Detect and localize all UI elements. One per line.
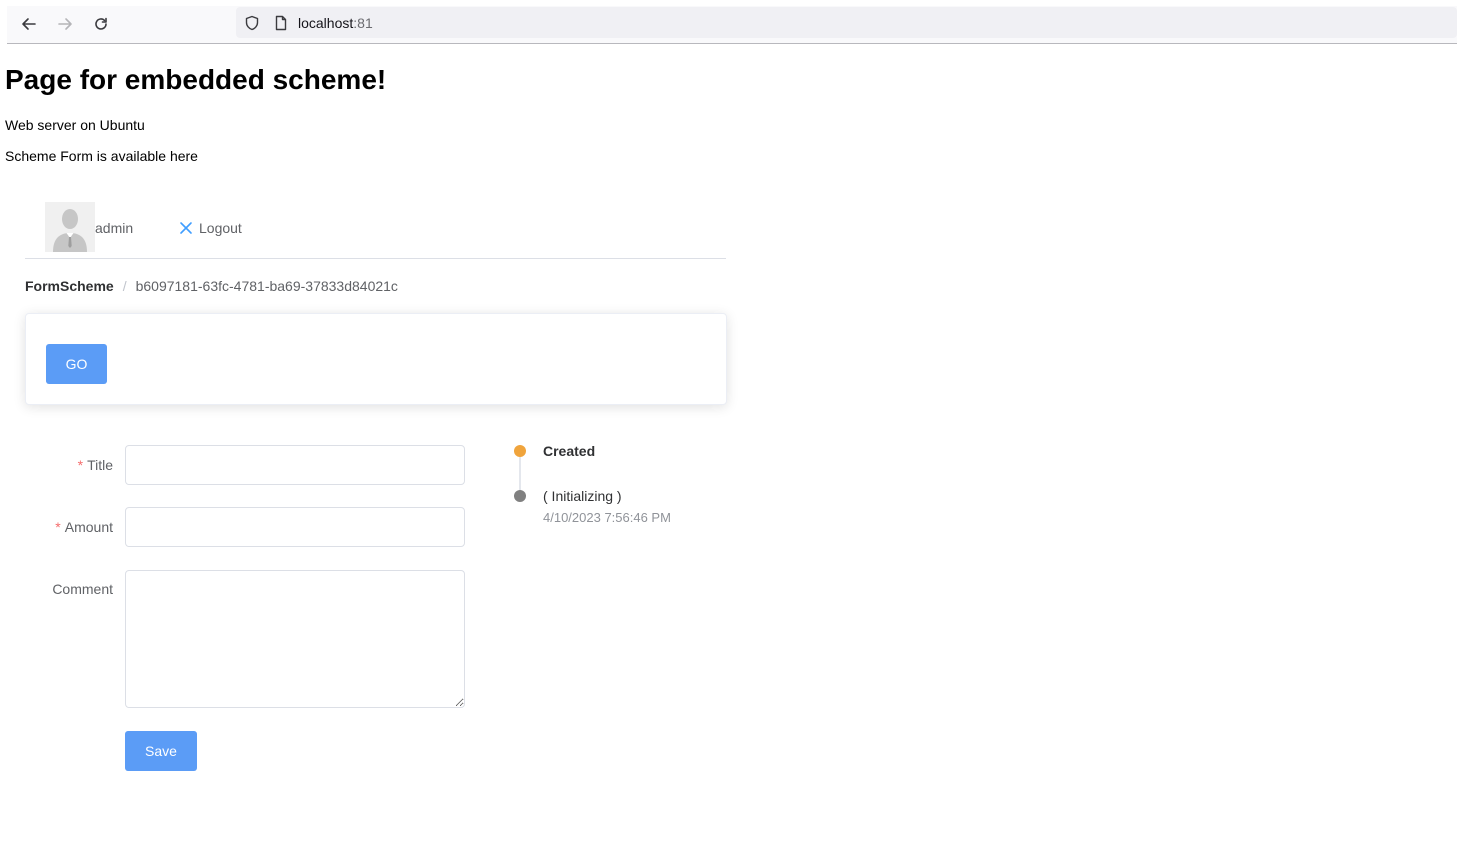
- close-icon: [180, 222, 192, 234]
- commands-card: GO: [25, 313, 727, 405]
- browser-toolbar: localhost:81: [7, 6, 1457, 44]
- amount-input[interactable]: [125, 507, 465, 547]
- page-title: Page for embedded scheme!: [5, 64, 387, 95]
- breadcrumb: FormScheme / b6097181-63fc-4781-ba69-378…: [25, 277, 398, 295]
- reload-icon: [95, 17, 107, 30]
- address-bar[interactable]: localhost:81: [236, 7, 1457, 38]
- breadcrumb-current-id: b6097181-63fc-4781-ba69-37833d84021c: [135, 278, 398, 294]
- save-button[interactable]: Save: [125, 731, 197, 771]
- server-info-text: Web server on Ubuntu: [5, 117, 145, 133]
- logout-label: Logout: [199, 220, 242, 236]
- page-icon[interactable]: [273, 15, 289, 31]
- timeline-timestamp: 4/10/2023 7:56:46 PM: [543, 510, 671, 525]
- comment-label: Comment: [52, 581, 113, 597]
- timeline-item-initializing: ( Initializing ): [543, 488, 622, 504]
- go-button[interactable]: GO: [46, 344, 107, 384]
- timeline-dot-created: [514, 445, 526, 457]
- logout-button[interactable]: Logout: [179, 218, 242, 238]
- back-arrow-icon: [22, 18, 36, 30]
- required-mark: *: [77, 457, 84, 473]
- avatar: [45, 202, 95, 252]
- title-label-text: Title: [87, 457, 113, 473]
- shield-icon[interactable]: [244, 15, 260, 31]
- breadcrumb-formscheme[interactable]: FormScheme: [25, 277, 114, 295]
- forward-button[interactable]: [53, 12, 77, 36]
- user-avatar-icon: [45, 202, 95, 252]
- app-header: admin Logout: [25, 196, 726, 259]
- scheme-info-text: Scheme Form is available here: [5, 148, 198, 164]
- title-label: * Title: [1, 456, 113, 474]
- forward-arrow-icon: [58, 18, 72, 30]
- url-port: :81: [353, 15, 373, 31]
- timeline-item-created: Created: [543, 443, 596, 459]
- reload-button[interactable]: [89, 12, 113, 36]
- comment-textarea[interactable]: [125, 570, 465, 708]
- url-host: localhost: [298, 15, 354, 31]
- title-input[interactable]: [125, 445, 465, 485]
- username: admin: [95, 220, 134, 236]
- required-mark: *: [55, 519, 61, 535]
- amount-label: * Amount: [1, 518, 113, 536]
- breadcrumb-separator: /: [122, 278, 127, 294]
- amount-label-text: Amount: [64, 519, 113, 535]
- url-text[interactable]: localhost:81: [298, 15, 373, 31]
- timeline-dot-initializing: [514, 490, 526, 502]
- back-button[interactable]: [17, 12, 41, 36]
